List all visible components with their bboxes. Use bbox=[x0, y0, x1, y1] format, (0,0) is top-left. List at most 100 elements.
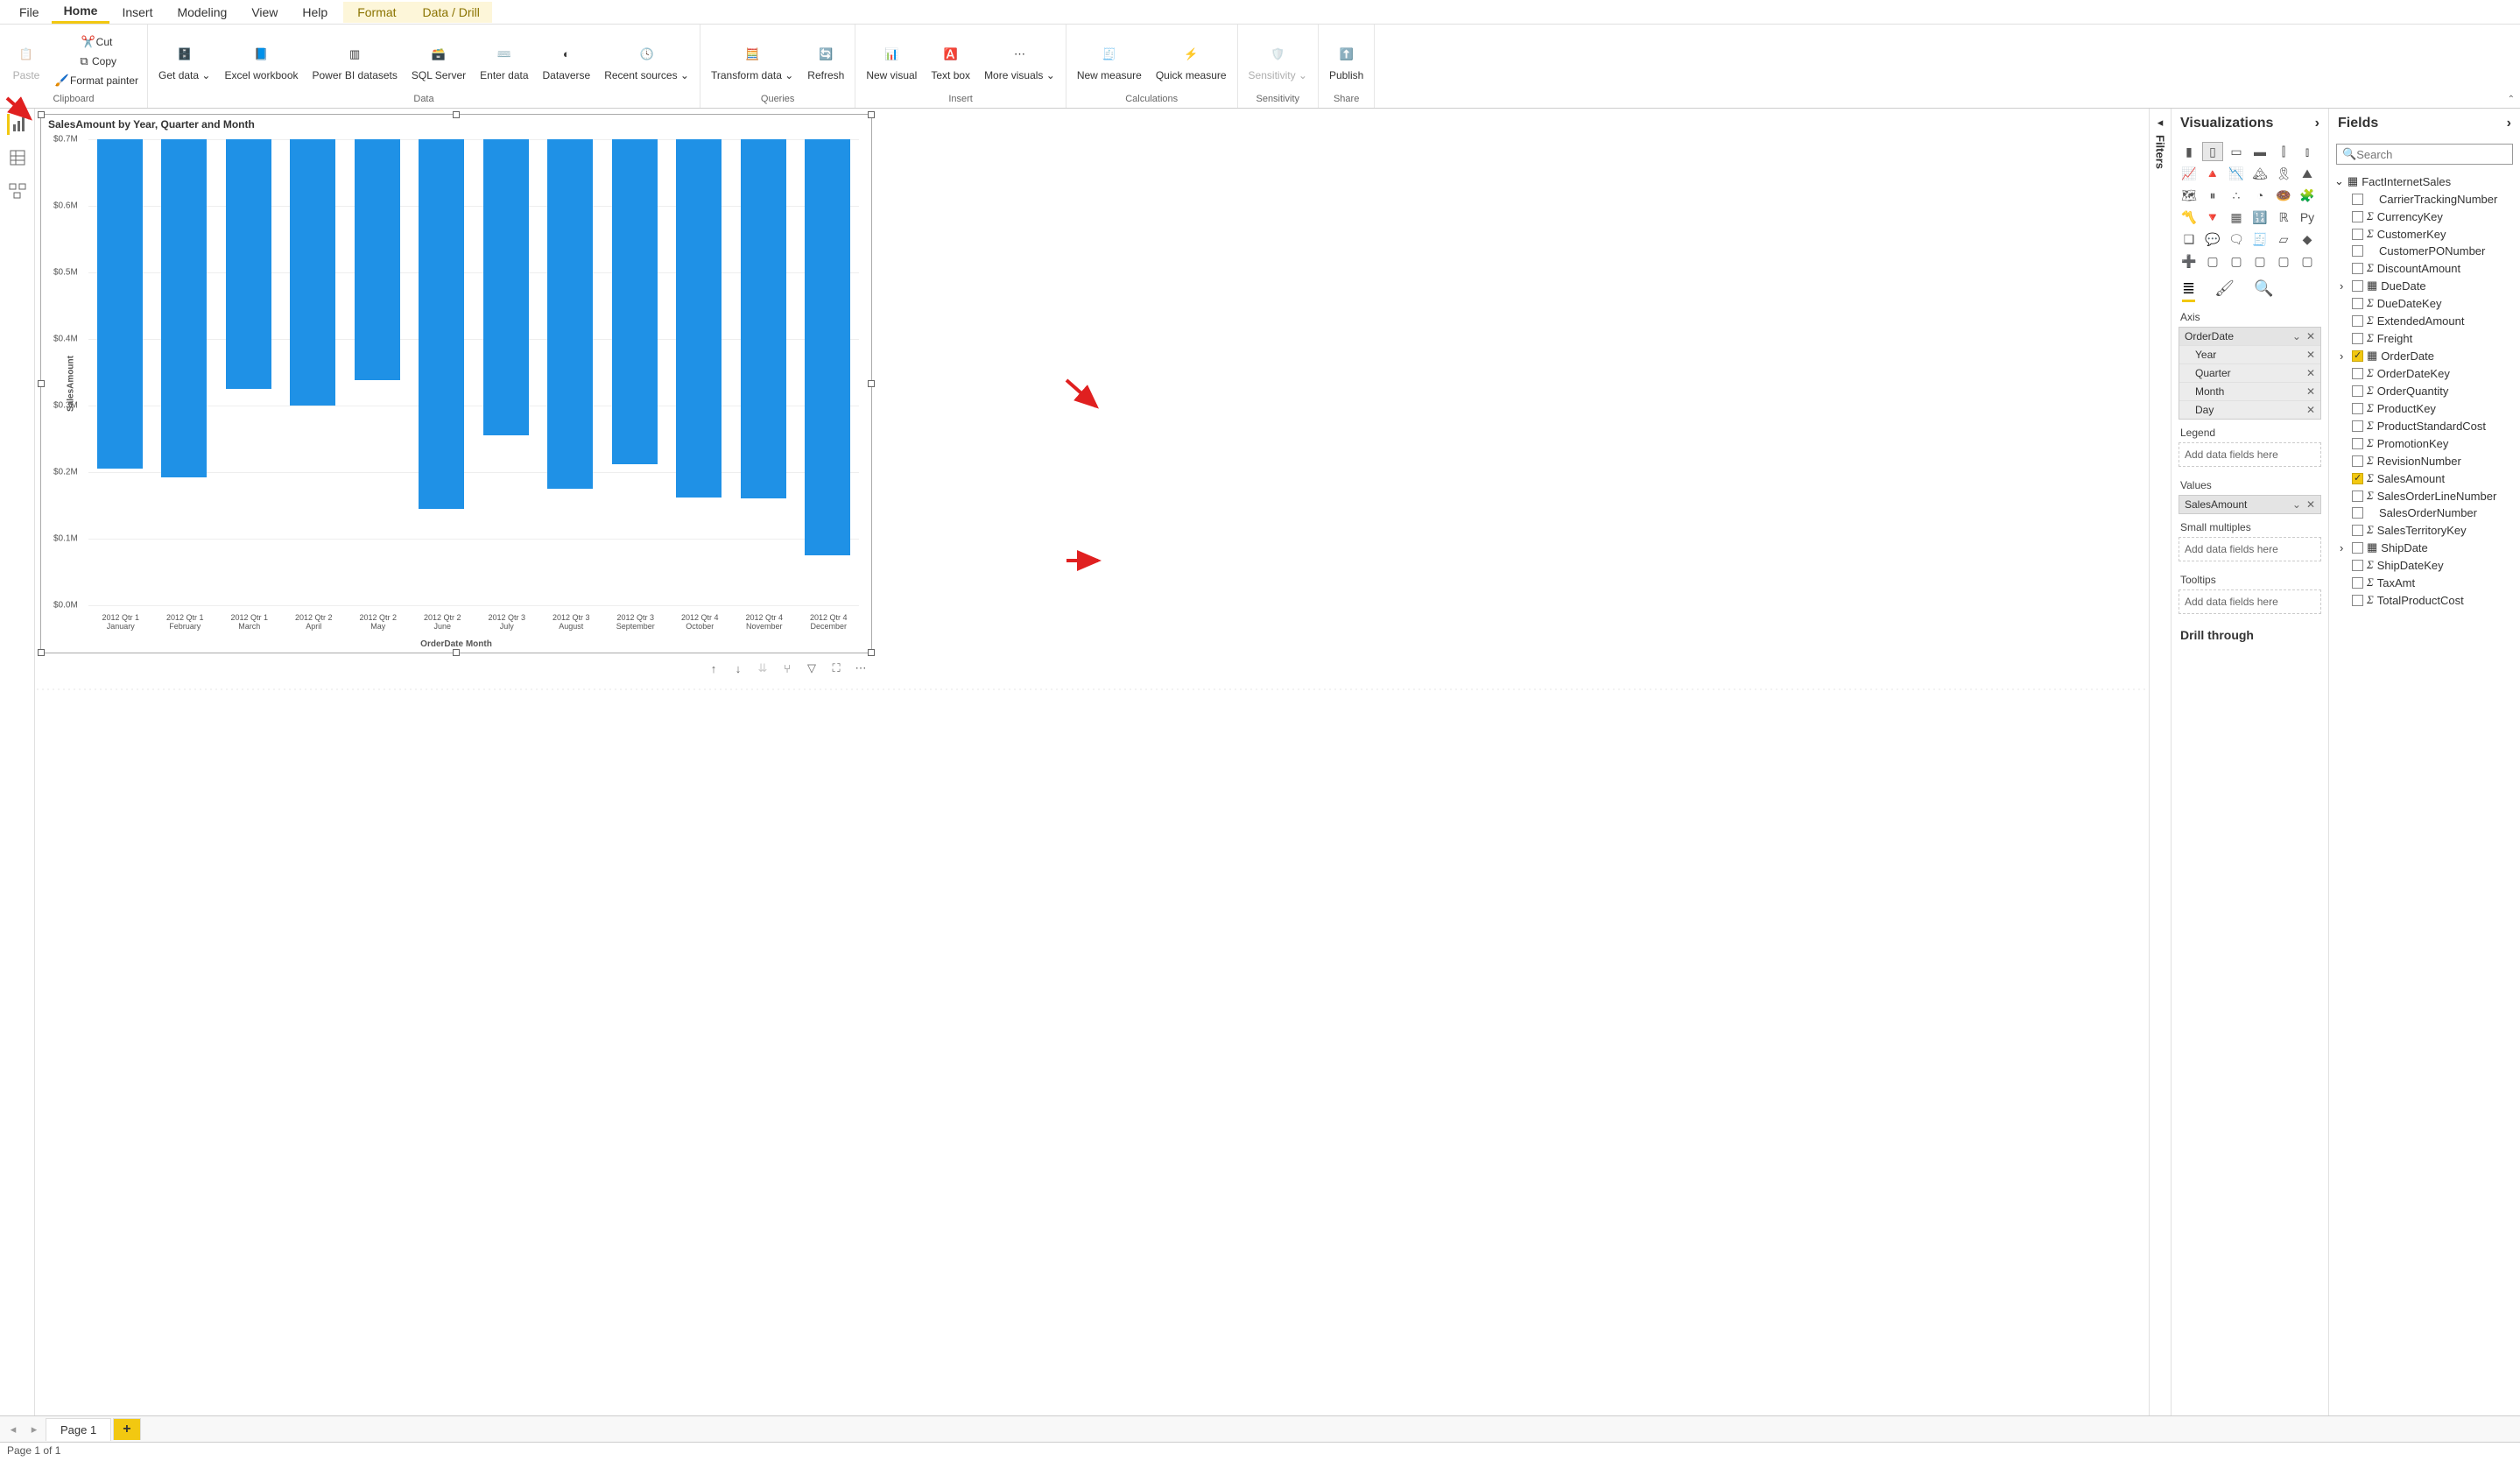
field-item[interactable]: ΣProductKey bbox=[2329, 399, 2520, 417]
expand-all-icon[interactable]: ⑂ bbox=[778, 660, 796, 677]
field-item[interactable]: ΣTotalProductCost bbox=[2329, 591, 2520, 609]
chevron-down-icon[interactable]: ⌄ bbox=[2334, 174, 2344, 188]
fields-tab[interactable]: ≣ bbox=[2182, 279, 2195, 302]
viz-type-icon[interactable]: ➕ bbox=[2179, 251, 2200, 271]
drill-down-icon[interactable]: ↓ bbox=[729, 660, 747, 677]
viz-type-icon[interactable]: 🧩 bbox=[2297, 186, 2318, 205]
viz-type-icon[interactable]: ▯ bbox=[2202, 142, 2223, 161]
viz-type-icon[interactable]: ∴ bbox=[2226, 186, 2247, 205]
remove-field-icon[interactable]: ✕ bbox=[2306, 330, 2315, 342]
bar[interactable] bbox=[612, 139, 658, 464]
filters-collapsed-pane[interactable]: ◂ Filters bbox=[2149, 109, 2172, 1415]
analytics-tab[interactable]: 🔍 bbox=[2254, 279, 2273, 302]
bar[interactable] bbox=[355, 139, 400, 380]
field-checkbox[interactable] bbox=[2352, 438, 2363, 449]
field-checkbox[interactable] bbox=[2352, 333, 2363, 344]
field-item[interactable]: ›▦ShipDate bbox=[2329, 539, 2520, 556]
viz-type-icon[interactable]: ▢ bbox=[2249, 251, 2270, 271]
field-item[interactable]: ΣExtendedAmount bbox=[2329, 312, 2520, 329]
tooltips-drop[interactable]: Add data fields here bbox=[2179, 589, 2321, 614]
copy-button[interactable]: ⧉Copy bbox=[51, 53, 142, 70]
report-canvas[interactable]: SalesAmount by Year, Quarter and Month S… bbox=[35, 109, 2149, 1415]
field-item[interactable]: ΣProductStandardCost bbox=[2329, 417, 2520, 434]
filter-icon[interactable]: ▽ bbox=[803, 660, 820, 677]
viz-type-icon[interactable]: 🔻 bbox=[2202, 208, 2223, 227]
viz-type-icon[interactable]: ▱ bbox=[2273, 229, 2294, 249]
menu-data-drill[interactable]: Data / Drill bbox=[411, 2, 492, 23]
chevron-right-icon[interactable]: › bbox=[2340, 349, 2348, 363]
expand-filters-icon[interactable]: ◂ bbox=[2157, 116, 2164, 130]
model-view-icon[interactable] bbox=[7, 180, 28, 201]
remove-field-icon[interactable]: ✕ bbox=[2306, 349, 2315, 361]
viz-type-icon[interactable]: 〽️ bbox=[2179, 208, 2200, 227]
expand-next-level-icon[interactable]: ⇊ bbox=[754, 660, 771, 677]
collapse-ribbon-button[interactable]: ⌃ bbox=[2508, 95, 2515, 104]
axis-well[interactable]: OrderDate⌄✕ Year✕ Quarter✕ Month✕ Day✕ bbox=[2179, 327, 2321, 420]
report-view-icon[interactable] bbox=[7, 114, 28, 135]
field-item[interactable]: ΣSalesOrderLineNumber bbox=[2329, 487, 2520, 505]
new-measure-button[interactable]: 🧾New measure bbox=[1072, 39, 1147, 83]
transform-data-button[interactable]: 🧮Transform data ⌄ bbox=[706, 39, 799, 83]
page-tab-1[interactable]: Page 1 bbox=[46, 1418, 111, 1441]
field-item[interactable]: ΣShipDateKey bbox=[2329, 556, 2520, 574]
viz-type-icon[interactable]: 🧾 bbox=[2249, 229, 2270, 249]
format-tab[interactable]: 🖌 bbox=[2214, 279, 2235, 302]
viz-type-icon[interactable]: ℝ bbox=[2273, 208, 2294, 227]
cut-button[interactable]: ✂️Cut bbox=[51, 33, 142, 51]
collapse-fields-icon[interactable]: › bbox=[2507, 116, 2511, 131]
viz-type-icon[interactable]: ⫿ bbox=[2273, 142, 2294, 161]
new-visual-button[interactable]: 📊New visual bbox=[861, 39, 922, 83]
field-checkbox[interactable] bbox=[2352, 507, 2363, 519]
bar[interactable] bbox=[97, 139, 143, 469]
values-well[interactable]: SalesAmount⌄✕ bbox=[2179, 495, 2321, 514]
viz-type-icon[interactable]: ▦ bbox=[2226, 208, 2247, 227]
dataverse-button[interactable]: ◐Dataverse bbox=[538, 39, 596, 83]
viz-type-icon[interactable]: ◔ bbox=[2249, 186, 2270, 205]
field-item[interactable]: ΣOrderDateKey bbox=[2329, 364, 2520, 382]
bar[interactable] bbox=[419, 139, 464, 509]
field-checkbox[interactable] bbox=[2352, 280, 2363, 292]
remove-field-icon[interactable]: ✕ bbox=[2306, 404, 2315, 416]
field-checkbox[interactable] bbox=[2352, 245, 2363, 257]
bar[interactable] bbox=[226, 139, 271, 389]
sql-server-button[interactable]: 🗃️SQL Server bbox=[406, 39, 471, 83]
focus-mode-icon[interactable]: ⛶ bbox=[827, 660, 845, 677]
enter-data-button[interactable]: ⌨️Enter data bbox=[475, 39, 533, 83]
bar[interactable] bbox=[547, 139, 593, 489]
viz-type-icon[interactable]: 🎗 bbox=[2273, 164, 2294, 183]
bar[interactable] bbox=[483, 139, 529, 435]
sensitivity-button[interactable]: 🛡️Sensitivity ⌄ bbox=[1243, 39, 1313, 83]
collapse-visualizations-icon[interactable]: › bbox=[2315, 116, 2319, 131]
field-checkbox[interactable] bbox=[2352, 229, 2363, 240]
viz-type-icon[interactable]: ⫾ bbox=[2297, 142, 2318, 161]
bar[interactable] bbox=[676, 139, 722, 498]
field-checkbox[interactable] bbox=[2352, 491, 2363, 502]
field-item[interactable]: SalesOrderNumber bbox=[2329, 505, 2520, 521]
field-checkbox[interactable] bbox=[2352, 403, 2363, 414]
fields-search-input[interactable] bbox=[2356, 148, 2510, 161]
excel-workbook-button[interactable]: 📘Excel workbook bbox=[219, 39, 303, 83]
field-checkbox[interactable] bbox=[2352, 420, 2363, 432]
menu-home[interactable]: Home bbox=[52, 0, 110, 24]
table-node[interactable]: ⌄ ▦ FactInternetSales bbox=[2329, 172, 2520, 191]
viz-type-icon[interactable]: ⛰ bbox=[2297, 164, 2318, 183]
remove-field-icon[interactable]: ✕ bbox=[2306, 367, 2315, 379]
menu-file[interactable]: File bbox=[7, 2, 52, 23]
field-item[interactable]: ΣDueDateKey bbox=[2329, 294, 2520, 312]
get-data-button[interactable]: 🗄️Get data ⌄ bbox=[153, 39, 215, 83]
field-checkbox[interactable] bbox=[2352, 194, 2363, 205]
menu-insert[interactable]: Insert bbox=[109, 2, 165, 23]
bar[interactable] bbox=[290, 139, 335, 406]
publish-button[interactable]: ⬆️Publish bbox=[1324, 39, 1369, 83]
field-item[interactable]: ΣSalesTerritoryKey bbox=[2329, 521, 2520, 539]
field-item[interactable]: ΣPromotionKey bbox=[2329, 434, 2520, 452]
viz-type-icon[interactable]: ▢ bbox=[2226, 251, 2247, 271]
viz-type-icon[interactable]: 🗨 bbox=[2226, 229, 2247, 249]
bar[interactable] bbox=[741, 139, 786, 498]
viz-type-icon[interactable]: ▢ bbox=[2273, 251, 2294, 271]
tab-nav-prev[interactable]: ◂ bbox=[4, 1420, 23, 1439]
legend-drop[interactable]: Add data fields here bbox=[2179, 442, 2321, 467]
field-checkbox[interactable] bbox=[2352, 595, 2363, 606]
viz-type-icon[interactable]: 🏔 bbox=[2249, 164, 2270, 183]
add-page-button[interactable]: + bbox=[113, 1418, 140, 1440]
